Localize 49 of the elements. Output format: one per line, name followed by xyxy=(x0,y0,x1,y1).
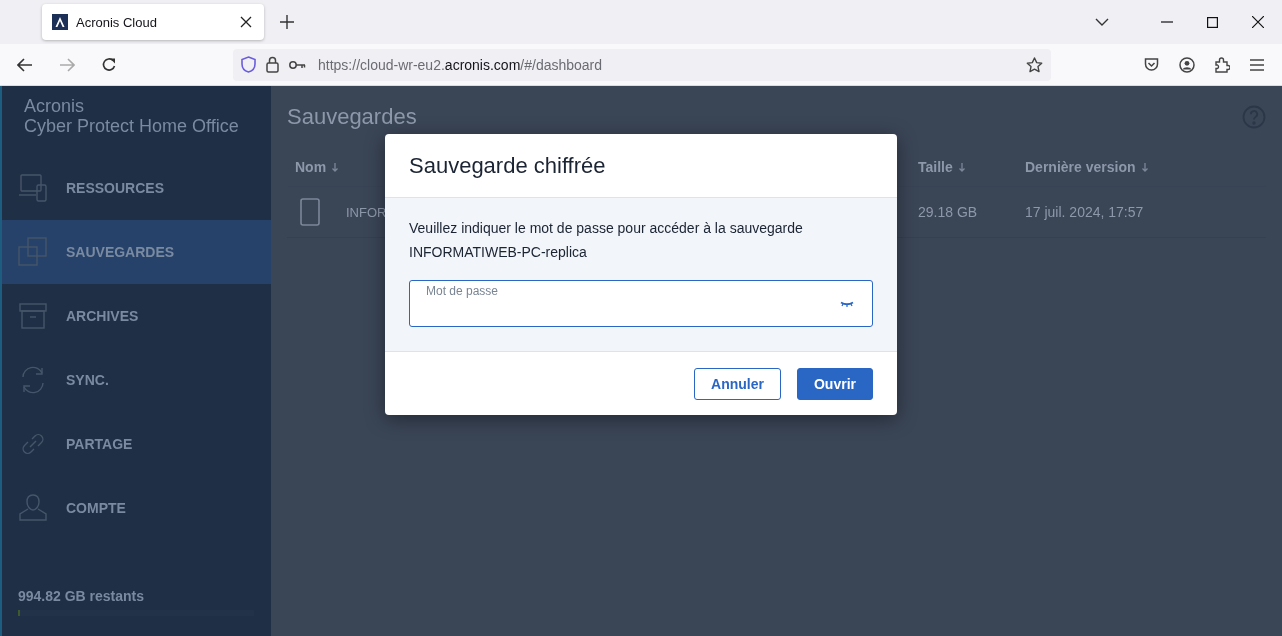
new-tab-icon[interactable] xyxy=(280,15,294,29)
cancel-button[interactable]: Annuler xyxy=(694,367,781,400)
person-icon xyxy=(18,493,48,523)
account-icon[interactable] xyxy=(1179,56,1195,73)
pocket-icon[interactable] xyxy=(1144,57,1159,72)
sidebar-item[interactable]: PARTAGE xyxy=(2,412,271,476)
column-header[interactable]: Taille xyxy=(918,159,953,175)
closed-eye-icon[interactable] xyxy=(840,301,854,307)
sidebar-item[interactable]: COMPTE xyxy=(2,476,271,540)
close-tab-icon[interactable] xyxy=(240,16,252,28)
product-name: Cyber Protect Home Office xyxy=(24,116,240,137)
reload-icon[interactable] xyxy=(101,56,117,73)
sort-arrow-icon[interactable] xyxy=(332,162,339,172)
lock-icon[interactable] xyxy=(266,56,279,73)
sidebar-item[interactable]: ARCHIVES xyxy=(2,284,271,348)
tab-list-icon[interactable] xyxy=(1095,18,1109,26)
sidebar-item[interactable]: SAUVEGARDES xyxy=(2,220,271,284)
sort-arrow-icon[interactable] xyxy=(1141,162,1148,172)
table-cell: INFOR xyxy=(346,204,387,220)
close-icon[interactable] xyxy=(1252,16,1264,28)
sidebar-item[interactable]: SYNC. xyxy=(2,348,271,412)
url-text: https://cloud-wr-eu2.acronis.com/#/dashboard xyxy=(318,56,603,73)
table-cell-text: 29.18 GB xyxy=(918,204,979,220)
key-icon[interactable] xyxy=(289,59,306,70)
archive-box-icon xyxy=(18,301,48,331)
sidebar-item[interactable]: RESSOURCES xyxy=(2,156,271,220)
open-button[interactable]: Ouvrir xyxy=(797,367,873,400)
devices-icon xyxy=(18,173,48,203)
maximize-icon[interactable] xyxy=(1207,16,1218,28)
password-field[interactable]: Mot de passe xyxy=(409,280,873,327)
brand-name: Acronis xyxy=(24,96,86,116)
dialog-message: Veuillez indiquer le mot de passe pour accéder à la sauvegarde INFORMATIWEB-PC-replica xyxy=(409,219,804,262)
address-bar[interactable]: https://cloud-wr-eu2.acronis.com/#/dashboard xyxy=(233,48,1051,81)
acronis-logo-icon xyxy=(52,14,68,30)
table-cell-text: 17 juil. 2024, 17:57 xyxy=(1025,204,1145,220)
dialog-title: Sauvegarde chiffrée xyxy=(409,152,606,179)
puzzle-icon[interactable] xyxy=(1215,56,1230,73)
storage-remaining-text: 994.82 GB restants xyxy=(18,588,146,604)
sort-arrow-icon[interactable] xyxy=(958,162,965,172)
column-header[interactable]: Nom xyxy=(295,159,327,175)
browser-tab[interactable]: Acronis Cloud xyxy=(42,4,264,40)
stacked-squares-icon xyxy=(18,237,48,267)
column-header[interactable]: Dernière version xyxy=(1025,159,1136,175)
bookmark-star-icon[interactable] xyxy=(1026,56,1043,73)
menu-icon[interactable] xyxy=(1250,58,1264,71)
page-title: Sauvegardes xyxy=(287,104,417,130)
shield-icon[interactable] xyxy=(241,56,256,73)
back-icon[interactable] xyxy=(17,57,33,72)
phone-icon xyxy=(300,198,320,226)
